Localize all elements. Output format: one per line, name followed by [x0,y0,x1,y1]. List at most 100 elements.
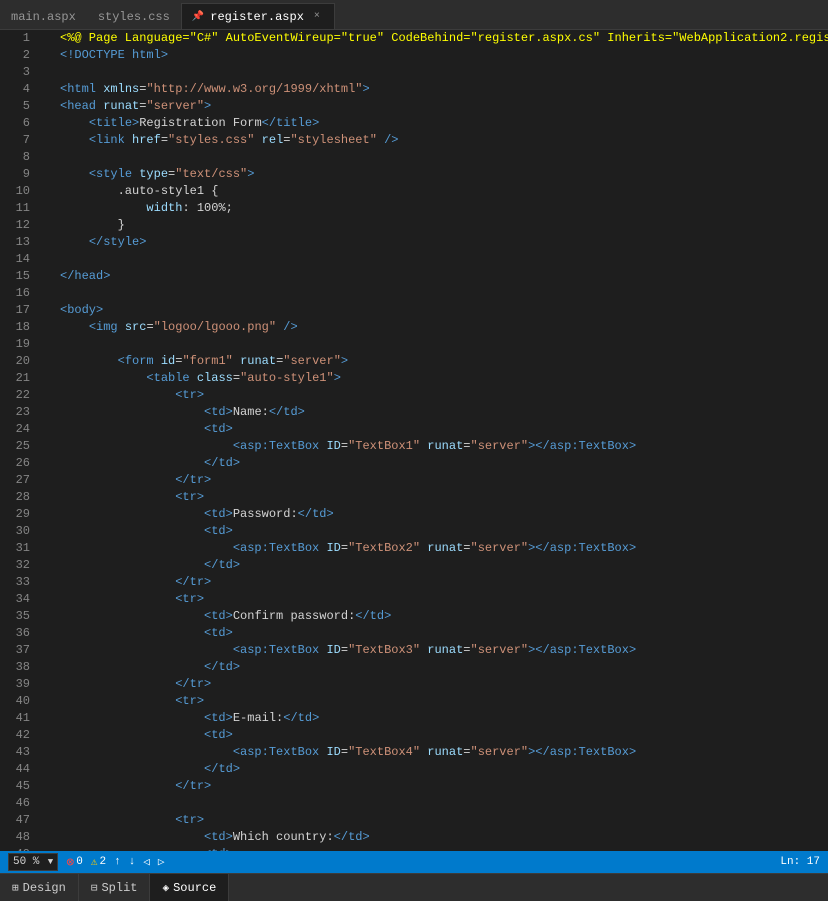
line-number-31: 31 [0,540,40,557]
code-line-48: <td>Which country:</td> [60,829,828,846]
line-number-14: 14 [0,251,40,268]
line-number-25: 25 [0,438,40,455]
code-line-26: </td> [60,455,828,472]
design-button[interactable]: ⊞ Design [0,874,79,901]
line-number-10: 10 [0,183,40,200]
line-number-24: 24 [0,421,40,438]
tab-register-aspx[interactable]: 📌 register.aspx × [181,3,335,29]
tab-styles-css[interactable]: styles.css [87,3,181,29]
code-line-19 [60,336,828,353]
error-icon: ⊗ [66,855,74,870]
code-line-32: </td> [60,557,828,574]
tab-styles-css-label: styles.css [98,10,170,24]
code-line-45: </tr> [60,778,828,795]
zoom-down-arrow[interactable]: ▼ [43,853,57,871]
error-count: 0 [76,856,83,868]
code-line-22: <tr> [60,387,828,404]
code-line-34: <tr> [60,591,828,608]
line-number-6: 6 [0,115,40,132]
gutter [40,30,56,851]
line-number-44: 44 [0,761,40,778]
design-icon: ⊞ [12,881,19,895]
line-number-7: 7 [0,132,40,149]
line-number-41: 41 [0,710,40,727]
code-line-30: <td> [60,523,828,540]
line-number-30: 30 [0,523,40,540]
code-line-3 [60,64,828,81]
code-line-24: <td> [60,421,828,438]
line-number-23: 23 [0,404,40,421]
line-number-17: 17 [0,302,40,319]
line-number-22: 22 [0,387,40,404]
scroll-right-icon[interactable]: ▷ [158,855,165,869]
status-left: 50 % ▼ ⊗ 0 ⚠ 2 ↑ ↓ ◁ ▷ [8,853,165,871]
line-number-48: 48 [0,829,40,846]
code-line-29: <td>Password:</td> [60,506,828,523]
code-line-39: </tr> [60,676,828,693]
zoom-control[interactable]: 50 % ▼ [8,853,58,871]
code-line-8 [60,149,828,166]
tab-pin-icon: 📌 [192,11,204,23]
code-line-47: <tr> [60,812,828,829]
code-line-5: <head runat="server"> [60,98,828,115]
code-area[interactable]: <%@ Page Language="C#" AutoEventWireup="… [56,30,828,851]
code-line-35: <td>Confirm password:</td> [60,608,828,625]
line-number-20: 20 [0,353,40,370]
split-button[interactable]: ⊟ Split [79,874,151,901]
line-number-27: 27 [0,472,40,489]
editor-container: 1234567891011121314151617181920212223242… [0,30,828,851]
code-line-46 [60,795,828,812]
line-number-4: 4 [0,81,40,98]
line-number-34: 34 [0,591,40,608]
code-line-1: <%@ Page Language="C#" AutoEventWireup="… [60,30,828,47]
line-number-33: 33 [0,574,40,591]
line-number-15: 15 [0,268,40,285]
line-number-35: 35 [0,608,40,625]
split-label: Split [101,881,137,895]
code-line-11: width: 100%; [60,200,828,217]
code-line-33: </tr> [60,574,828,591]
code-line-18: <img src="logoo/lgooo.png" /> [60,319,828,336]
code-line-25: <asp:TextBox ID="TextBox1" runat="server… [60,438,828,455]
line-number-36: 36 [0,625,40,642]
code-line-2: <!DOCTYPE html> [60,47,828,64]
line-number-5: 5 [0,98,40,115]
line-number-21: 21 [0,370,40,387]
code-line-40: <tr> [60,693,828,710]
source-button[interactable]: ◈ Source [150,874,229,901]
line-number-19: 19 [0,336,40,353]
line-number-47: 47 [0,812,40,829]
code-line-41: <td>E-mail:</td> [60,710,828,727]
code-line-31: <asp:TextBox ID="TextBox2" runat="server… [60,540,828,557]
scroll-up-icon[interactable]: ↑ [114,856,121,868]
line-number-12: 12 [0,217,40,234]
ln-info: Ln: 17 [780,856,820,868]
code-line-17: <body> [60,302,828,319]
tab-close-icon[interactable]: × [310,10,324,24]
warn-icon: ⚠ [91,855,98,869]
line-number-26: 26 [0,455,40,472]
line-number-43: 43 [0,744,40,761]
code-line-28: <tr> [60,489,828,506]
line-number-42: 42 [0,727,40,744]
source-icon: ◈ [162,881,169,895]
scroll-down-icon[interactable]: ↓ [129,856,136,868]
code-line-9: <style type="text/css"> [60,166,828,183]
line-number-18: 18 [0,319,40,336]
line-number-13: 13 [0,234,40,251]
scroll-left-icon[interactable]: ◁ [143,855,150,869]
code-line-7: <link href="styles.css" rel="stylesheet"… [60,132,828,149]
tab-main-aspx[interactable]: main.aspx [0,3,87,29]
code-line-14 [60,251,828,268]
status-right: Ln: 17 [780,856,820,868]
code-line-10: .auto-style1 { [60,183,828,200]
line-number-40: 40 [0,693,40,710]
split-icon: ⊟ [91,881,98,895]
status-bar: 50 % ▼ ⊗ 0 ⚠ 2 ↑ ↓ ◁ ▷ Ln: 17 [0,851,828,873]
tab-main-aspx-label: main.aspx [11,10,76,24]
line-number-9: 9 [0,166,40,183]
code-line-23: <td>Name:</td> [60,404,828,421]
code-line-6: <title>Registration Form</title> [60,115,828,132]
tab-register-aspx-label: register.aspx [210,10,304,24]
line-numbers: 1234567891011121314151617181920212223242… [0,30,40,851]
